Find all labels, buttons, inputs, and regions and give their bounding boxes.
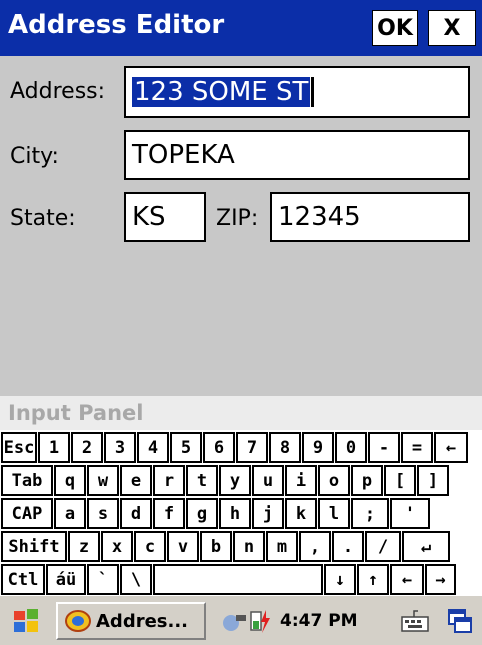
task-button-address-editor[interactable]: Addres... — [56, 602, 206, 640]
window-title: Address Editor — [8, 10, 225, 40]
key[interactable]: \ — [120, 564, 152, 595]
key[interactable]: s — [87, 498, 119, 529]
key[interactable]: j — [252, 498, 284, 529]
start-button[interactable] — [4, 602, 48, 640]
key[interactable]: 5 — [170, 432, 202, 463]
key[interactable]: b — [200, 531, 232, 562]
clock[interactable]: 4:47 PM — [280, 611, 358, 631]
key[interactable]: i — [285, 465, 317, 496]
key[interactable]: ' — [390, 498, 430, 529]
key[interactable]: e — [120, 465, 152, 496]
key[interactable]: a — [54, 498, 86, 529]
key[interactable]: 4 — [137, 432, 169, 463]
task-button-label: Addres... — [96, 610, 189, 632]
key[interactable]: l — [318, 498, 350, 529]
key[interactable]: 3 — [104, 432, 136, 463]
key[interactable]: d — [120, 498, 152, 529]
input-panel-header: Input Panel — [0, 396, 482, 430]
city-value: TOPEKA — [132, 140, 235, 170]
key[interactable]: Shift — [1, 531, 67, 562]
key[interactable]: 7 — [236, 432, 268, 463]
key[interactable]: 6 — [203, 432, 235, 463]
key[interactable]: 8 — [269, 432, 301, 463]
key[interactable]: ← — [390, 564, 424, 595]
battery-charging-icon[interactable] — [248, 608, 272, 634]
key[interactable]: c — [134, 531, 166, 562]
key[interactable]: = — [401, 432, 433, 463]
key[interactable]: Tab — [1, 465, 53, 496]
key[interactable]: g — [186, 498, 218, 529]
key[interactable]: 1 — [38, 432, 70, 463]
key[interactable]: ↑ — [357, 564, 389, 595]
address-form: Address: 123 SOME ST City: TOPEKA State:… — [0, 56, 482, 396]
taskbar: Addres... 4:47 PM — [0, 595, 482, 645]
key[interactable]: 0 — [335, 432, 367, 463]
window-switch-icon[interactable] — [442, 602, 478, 640]
state-field[interactable]: KS — [124, 192, 206, 242]
key[interactable]: ← — [434, 432, 468, 463]
key[interactable]: ↵ — [402, 531, 450, 562]
key[interactable]: w — [87, 465, 119, 496]
key[interactable]: . — [332, 531, 364, 562]
key[interactable]: o — [318, 465, 350, 496]
keyboard-icon[interactable] — [395, 602, 435, 640]
city-field[interactable]: TOPEKA — [124, 130, 470, 180]
input-panel-title: Input Panel — [8, 401, 144, 425]
key[interactable]: u — [252, 465, 284, 496]
address-value: 123 SOME ST — [132, 77, 311, 107]
key[interactable]: Ctl — [1, 564, 45, 595]
key[interactable]: , — [299, 531, 331, 562]
zip-label: ZIP: — [216, 206, 259, 231]
ok-button[interactable]: OK — [372, 10, 418, 46]
key[interactable]: h — [219, 498, 251, 529]
key[interactable]: Esc — [1, 432, 37, 463]
network-icon[interactable] — [220, 609, 248, 633]
zip-field[interactable]: 12345 — [270, 192, 470, 242]
key-space[interactable] — [153, 564, 323, 595]
key[interactable]: x — [101, 531, 133, 562]
close-button[interactable]: X — [428, 10, 476, 46]
key[interactable]: → — [425, 564, 456, 595]
city-label: City: — [10, 144, 59, 169]
windows-flag-icon — [14, 609, 38, 632]
app-icon — [65, 610, 91, 632]
key[interactable]: 9 — [302, 432, 334, 463]
title-bar: Address Editor OK X — [0, 0, 482, 56]
key[interactable]: v — [167, 531, 199, 562]
key[interactable]: - — [368, 432, 400, 463]
key[interactable]: k — [285, 498, 317, 529]
key[interactable]: n — [233, 531, 265, 562]
key[interactable]: p — [351, 465, 383, 496]
address-label: Address: — [10, 79, 106, 104]
system-tray: 4:47 PM — [220, 602, 390, 640]
key[interactable]: ; — [351, 498, 389, 529]
key[interactable]: ↓ — [324, 564, 356, 595]
key[interactable]: ` — [87, 564, 119, 595]
key[interactable]: CAP — [1, 498, 53, 529]
key[interactable]: 2 — [71, 432, 103, 463]
key[interactable]: z — [68, 531, 100, 562]
key[interactable]: [ — [384, 465, 416, 496]
state-label: State: — [10, 206, 76, 231]
key[interactable]: áü — [46, 564, 86, 595]
key[interactable]: f — [153, 498, 185, 529]
key[interactable]: m — [266, 531, 298, 562]
state-value: KS — [132, 202, 166, 232]
zip-value: 12345 — [278, 202, 361, 232]
key[interactable]: / — [365, 531, 401, 562]
text-caret — [311, 77, 315, 107]
key[interactable]: r — [153, 465, 185, 496]
key[interactable]: t — [186, 465, 218, 496]
key[interactable]: q — [54, 465, 86, 496]
soft-keyboard: Esc 1 2 3 4 5 6 7 8 9 0- = ← Tab q w e r t y u i o p[] CAP a s d f g h… — [0, 430, 482, 595]
key[interactable]: y — [219, 465, 251, 496]
address-field[interactable]: 123 SOME ST — [124, 66, 470, 118]
key[interactable]: ] — [417, 465, 449, 496]
